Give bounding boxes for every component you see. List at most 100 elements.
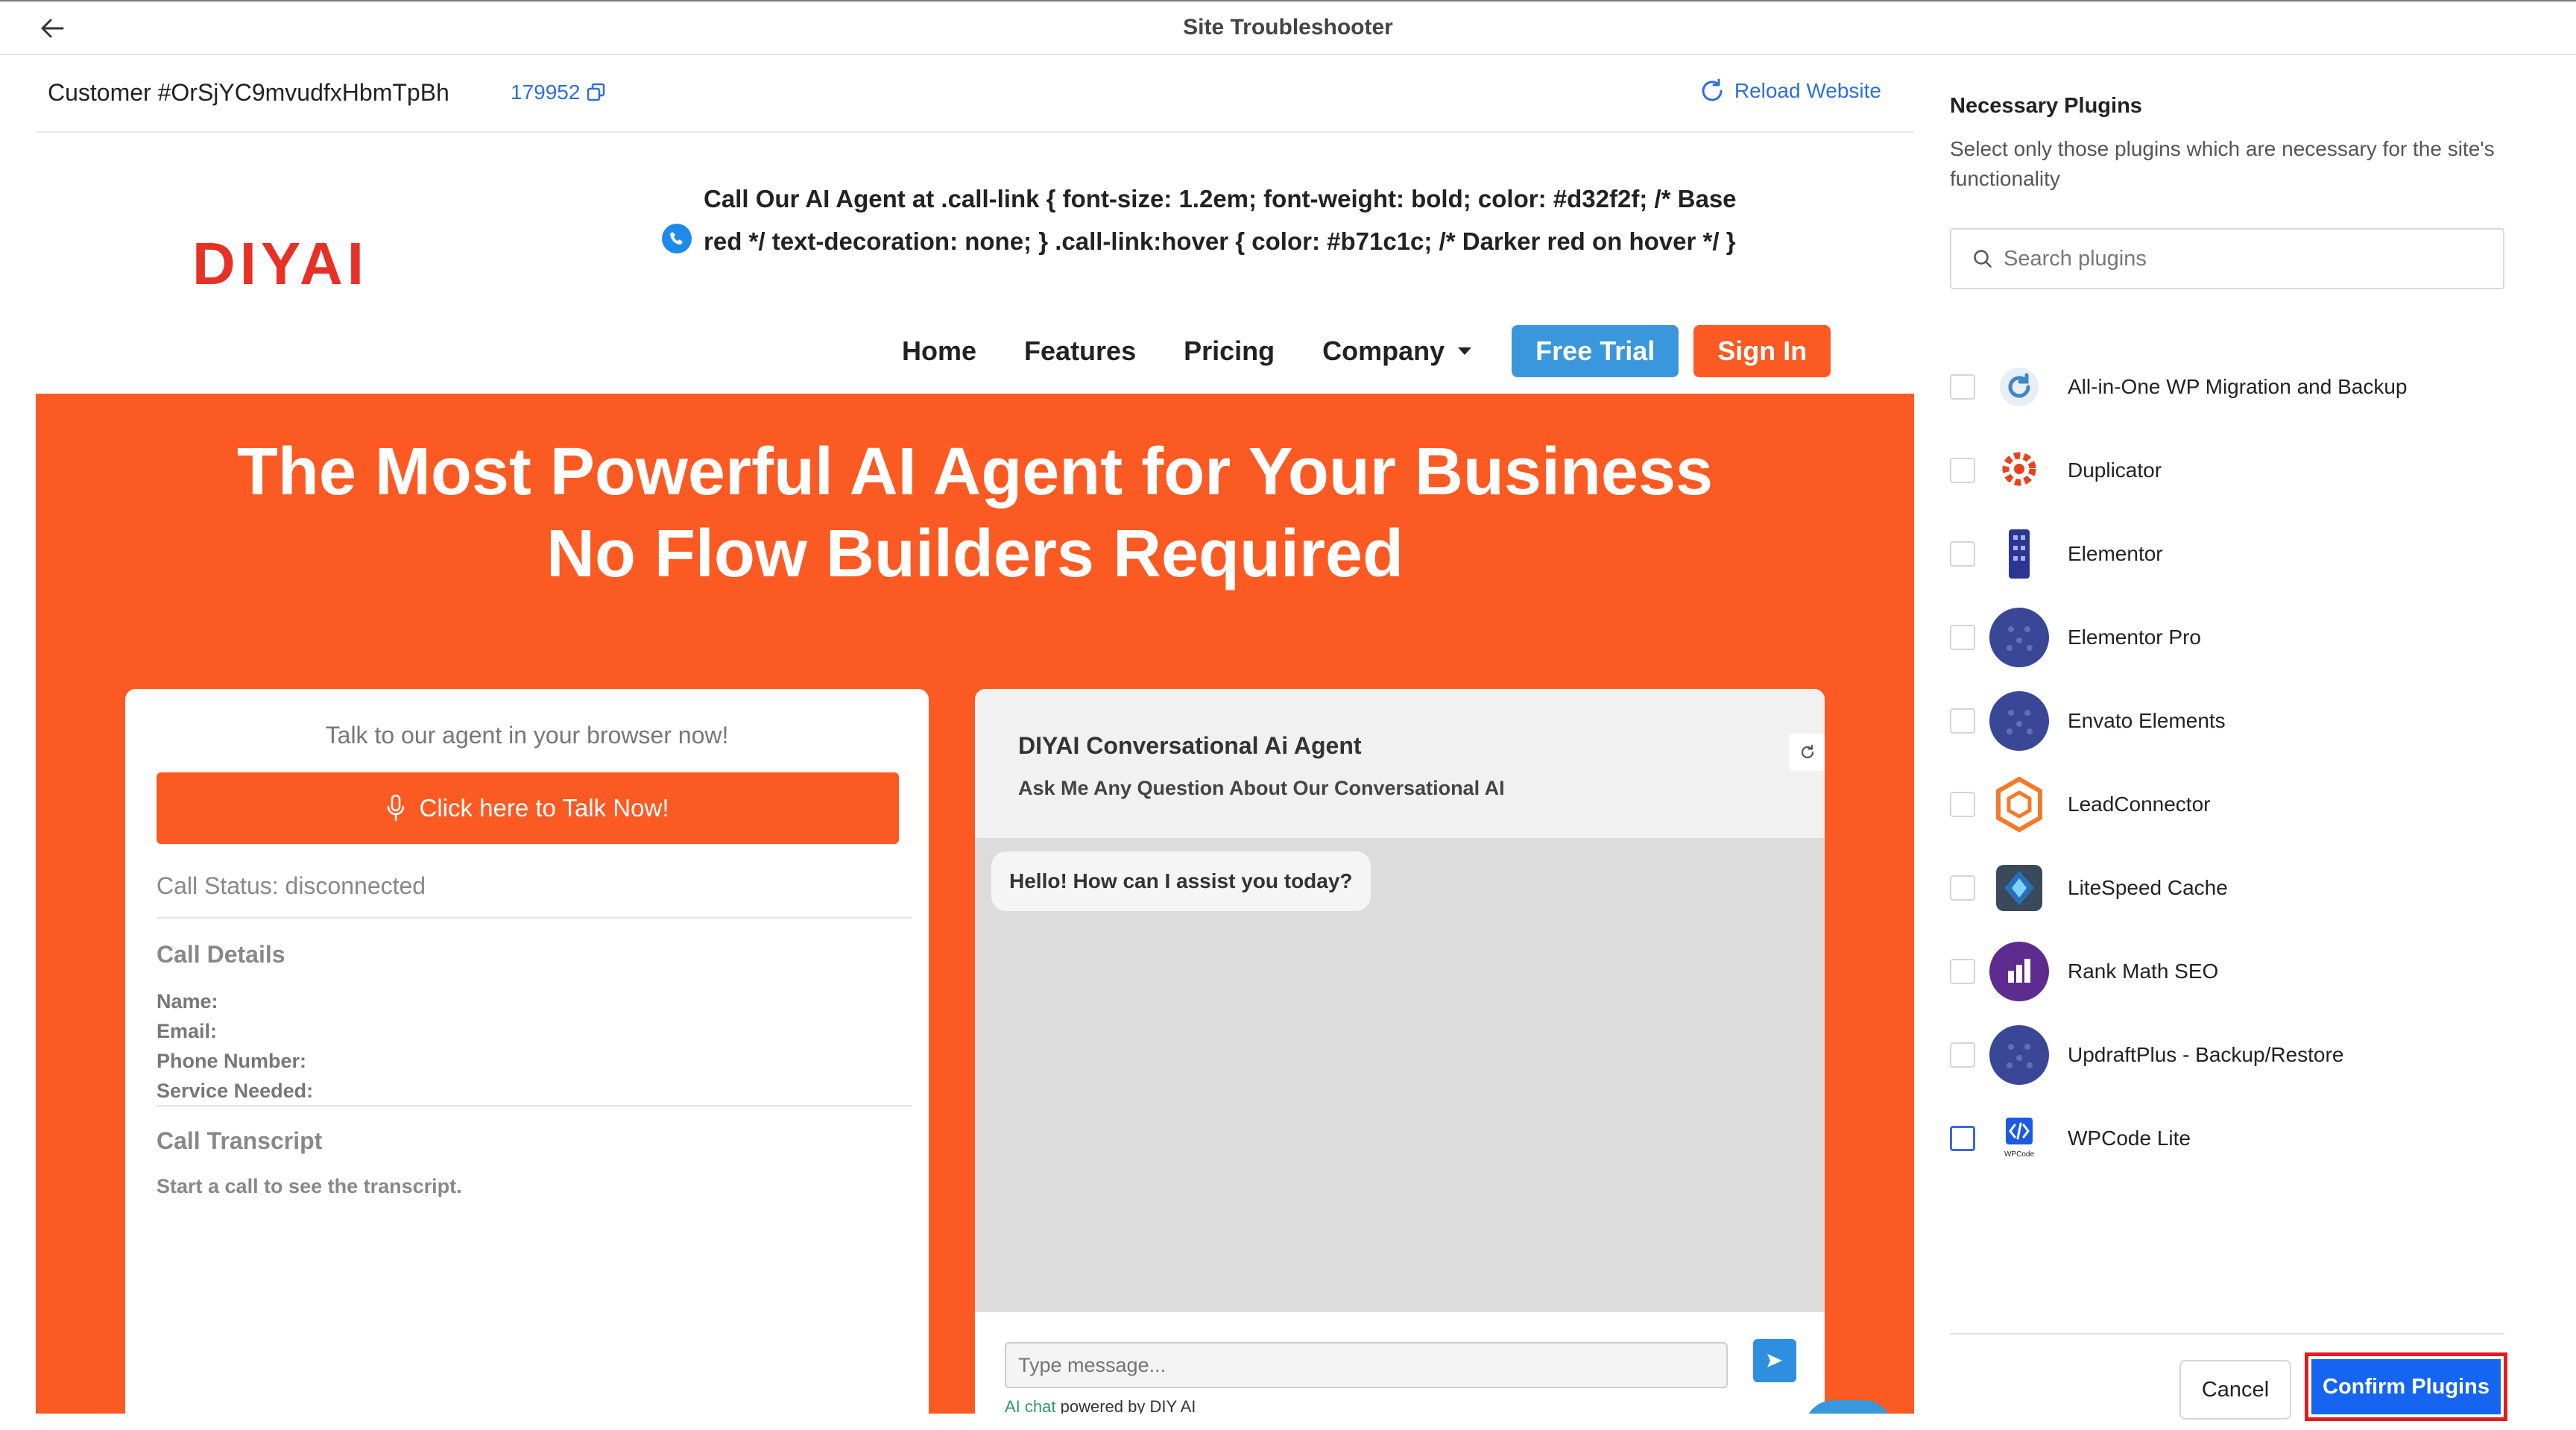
confirm-plugins-button[interactable]: Confirm Plugins <box>2305 1352 2507 1421</box>
chat-refresh-button[interactable] <box>1789 734 1825 771</box>
customer-name: Customer #OrSjYC9mvudfxHbmTpBh <box>48 79 449 106</box>
plugin-name: Envato Elements <box>2068 709 2226 732</box>
send-icon <box>1767 1354 1782 1367</box>
plugin-checkbox[interactable] <box>1950 875 1975 901</box>
talk-now-button[interactable]: Click here to Talk Now! <box>157 772 899 844</box>
sign-in-button[interactable]: Sign In <box>1693 325 1831 377</box>
copy-icon <box>587 83 605 101</box>
detail-service: Service Needed: <box>157 1080 314 1102</box>
divider <box>157 1105 912 1106</box>
plugin-search[interactable] <box>1950 228 2504 289</box>
chat-card: DIYAI Conversational Ai Agent Ask Me Any… <box>975 689 1825 1414</box>
plugin-row[interactable]: LiteSpeed Cache <box>1950 854 2531 922</box>
plugin-checkbox[interactable] <box>1950 708 1975 734</box>
divider <box>1950 1333 2504 1335</box>
cancel-button[interactable]: Cancel <box>2179 1360 2291 1420</box>
plugins-panel: Necessary Plugins Select only those plug… <box>1914 57 2576 1430</box>
plugin-row[interactable]: WPCode WPCode Lite <box>1950 1105 2531 1172</box>
microphone-icon <box>388 794 405 822</box>
dots-globe-icon <box>1989 690 2050 752</box>
transcript-message: Start a call to see the transcript. <box>157 1175 462 1197</box>
free-trial-button[interactable]: Free Trial <box>1512 325 1679 377</box>
plugin-checkbox[interactable] <box>1950 959 1975 984</box>
talk-card: Talk to our agent in your browser now! C… <box>125 689 929 1414</box>
bar-chart-icon <box>1989 941 2050 1002</box>
plugin-search-input[interactable] <box>2002 245 2482 272</box>
chat-greeting-bubble: Hello! How can I assist you today? <box>991 851 1371 911</box>
plugin-row[interactable]: Envato Elements <box>1950 687 2531 755</box>
dots-globe-icon <box>1989 607 2050 668</box>
customer-id: 179952 <box>511 81 581 104</box>
detail-email: Email: <box>157 1020 218 1042</box>
plugin-checkbox[interactable] <box>1950 792 1975 817</box>
gear-icon <box>1989 440 2050 501</box>
nav-home[interactable]: Home <box>878 336 1000 367</box>
call-transcript-heading: Call Transcript <box>157 1127 323 1154</box>
hero-title: The Most Powerful AI Agent for Your Busi… <box>36 431 1914 595</box>
plugin-row[interactable]: LeadConnector <box>1950 771 2531 838</box>
plugin-checkbox[interactable] <box>1950 458 1975 483</box>
plugin-row[interactable]: Elementor Pro <box>1950 604 2531 671</box>
hero-section: The Most Powerful AI Agent for Your Busi… <box>36 394 1914 1414</box>
reload-label: Reload Website <box>1734 79 1881 102</box>
call-agent-text[interactable]: Call Our AI Agent at .call-link { font-s… <box>704 177 1777 262</box>
plugin-name: All-in-One WP Migration and Backup <box>2068 375 2408 398</box>
website-preview: DIYAI Call Our AI Agent at .call-link { … <box>36 133 1914 1414</box>
customer-id-copy[interactable]: 179952 <box>511 81 607 104</box>
nav-company[interactable]: Company <box>1298 336 1497 367</box>
svg-text:WPCode: WPCode <box>2004 1150 2034 1159</box>
plugin-checkbox[interactable] <box>1950 1042 1975 1068</box>
plugin-checkbox[interactable] <box>1950 374 1975 400</box>
chat-header: DIYAI Conversational Ai Agent Ask Me Any… <box>975 689 1825 838</box>
plugin-name: Elementor <box>2068 542 2163 565</box>
search-icon <box>1974 250 1992 268</box>
nav-company-label: Company <box>1322 336 1445 366</box>
panel-title: Necessary Plugins <box>1950 94 2142 118</box>
panel-description: Select only those plugins which are nece… <box>1950 137 2495 190</box>
plugin-name: UpdraftPlus - Backup/Restore <box>2068 1043 2344 1066</box>
plugin-row[interactable]: Rank Math SEO <box>1950 938 2531 1005</box>
detail-phone: Phone Number: <box>157 1050 307 1072</box>
plugin-name: Elementor Pro <box>2068 626 2201 649</box>
chat-title: DIYAI Conversational Ai Agent <box>1018 732 1362 759</box>
confirm-plugins-label: Confirm Plugins <box>2311 1359 2501 1414</box>
plugin-name: Rank Math SEO <box>2068 960 2219 983</box>
site-logo[interactable]: DIYAI <box>192 230 368 298</box>
top-bar: Site Troubleshooter <box>0 0 2576 55</box>
plugin-row[interactable]: Elementor <box>1950 520 2531 588</box>
reload-icon <box>1702 78 1723 101</box>
chat-subtitle: Ask Me Any Question About Our Conversati… <box>1018 777 1505 799</box>
plugin-checkbox[interactable] <box>1950 541 1975 567</box>
powered-ai-link[interactable]: AI chat <box>1005 1397 1055 1414</box>
plugin-row[interactable]: Duplicator <box>1950 437 2531 504</box>
plugin-name: Duplicator <box>2068 459 2162 482</box>
phone-icon <box>662 224 692 253</box>
nav-pricing[interactable]: Pricing <box>1160 336 1298 367</box>
code-icon: WPCode <box>1989 1108 2050 1169</box>
plugin-name: WPCode Lite <box>2068 1127 2191 1150</box>
refresh-arrows-icon <box>1989 356 2050 418</box>
plugin-row[interactable]: UpdraftPlus - Backup/Restore <box>1950 1021 2531 1089</box>
call-details-heading: Call Details <box>157 941 285 968</box>
caret-down-icon <box>1458 347 1472 355</box>
plugin-name: LeadConnector <box>2068 793 2211 816</box>
divider <box>157 917 912 919</box>
reload-website-button[interactable]: Reload Website <box>1699 78 1881 104</box>
nav-features[interactable]: Features <box>1000 336 1160 367</box>
powered-rest: powered by DIY AI <box>1055 1397 1196 1414</box>
hexagon-icon <box>1989 774 2050 835</box>
plugin-checkbox[interactable] <box>1950 1126 1975 1151</box>
powered-by: AI chat powered by DIY AI <box>1005 1397 1196 1414</box>
talk-now-label: Click here to Talk Now! <box>419 794 669 822</box>
customer-header: Customer #OrSjYC9mvudfxHbmTpBh 179952 Re… <box>36 57 1914 133</box>
site-nav: Home Features Pricing Company Free Trial… <box>878 325 1831 377</box>
page-title: Site Troubleshooter <box>1183 15 1393 40</box>
hero-line-1: The Most Powerful AI Agent for Your Busi… <box>236 435 1714 509</box>
refresh-icon <box>1801 744 1814 759</box>
chat-send-button[interactable] <box>1753 1339 1796 1382</box>
plugin-row[interactable]: All-in-One WP Migration and Backup <box>1950 353 2531 421</box>
plugin-checkbox[interactable] <box>1950 625 1975 650</box>
chat-message-input[interactable] <box>1005 1342 1728 1388</box>
dots-globe-icon <box>1989 1024 2050 1086</box>
detail-name: Name: <box>157 990 218 1012</box>
